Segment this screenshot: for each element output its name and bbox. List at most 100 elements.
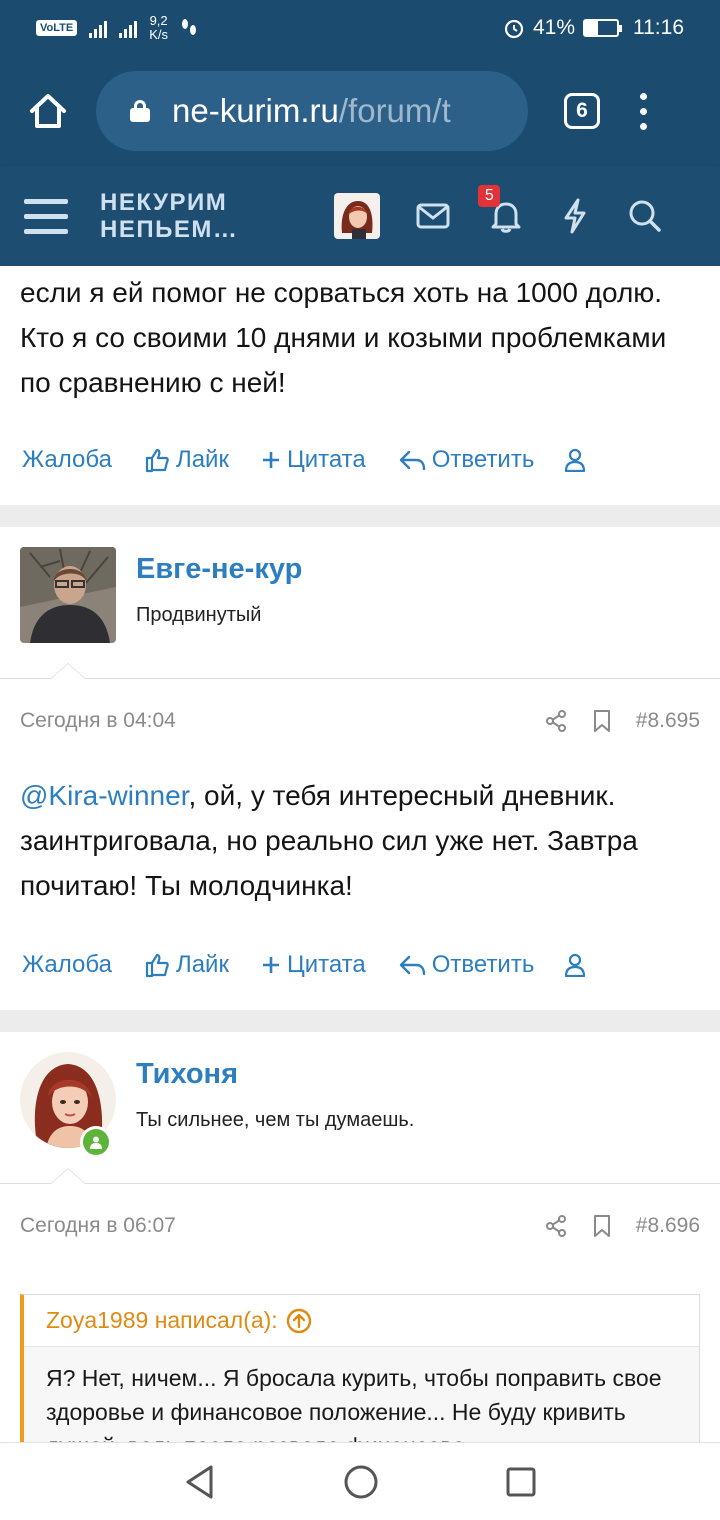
author-avatar[interactable]: [20, 547, 116, 643]
more-vert-icon[interactable]: [640, 92, 647, 130]
site-logo[interactable]: НЕКУРИМ НЕПЬЕМ…: [100, 189, 238, 243]
like-label: Лайк: [175, 446, 229, 473]
bookmark-icon[interactable]: [592, 1214, 612, 1238]
arrow-notch: [50, 663, 86, 679]
post-separator: [0, 505, 720, 527]
post-number[interactable]: #8.695: [636, 709, 700, 733]
user-menu-button[interactable]: [564, 448, 586, 472]
plus-icon: [262, 957, 279, 973]
avatar-image: [334, 193, 381, 239]
quote-author: Zoya1989 написал(а):: [46, 1307, 278, 1333]
alarm-icon: [504, 19, 524, 39]
post-meta: Сегодня в 04:04 #8.695: [0, 679, 720, 763]
clock: 11:16: [633, 16, 684, 39]
recents-icon[interactable]: [505, 1466, 537, 1498]
post-8696: Тихоня Ты сильнее, чем ты думаешь. Сегод…: [0, 1032, 720, 1442]
author-block: Евге-не-кур Продвинутый: [0, 527, 720, 679]
user-avatar[interactable]: [334, 193, 381, 239]
back-icon[interactable]: [183, 1464, 217, 1500]
reply-icon: [399, 955, 425, 976]
author-info: Евге-не-кур Продвинутый: [136, 547, 302, 627]
post-separator: [0, 1010, 720, 1032]
network-speed: 9,2 K/s: [149, 14, 168, 42]
like-button[interactable]: Лайк: [144, 446, 229, 474]
author-name[interactable]: Евге-не-кур: [136, 553, 302, 586]
volte-badge: VoLTE: [36, 20, 78, 36]
author-name[interactable]: Тихоня: [136, 1058, 414, 1091]
home-icon: [30, 94, 66, 128]
post-meta: Сегодня в 06:07 #8.696: [0, 1184, 720, 1268]
hamburger-menu-icon[interactable]: [24, 198, 68, 234]
signal-4g-icon: [119, 18, 138, 38]
battery-percent: 41%: [532, 16, 575, 39]
inbox-button[interactable]: [416, 203, 450, 229]
quote-label: Цитата: [286, 951, 366, 978]
site-header: НЕКУРИМ НЕПЬЕМ… 5: [0, 166, 720, 266]
user-online-icon: [90, 1136, 102, 1149]
home-circle-icon[interactable]: [343, 1464, 379, 1500]
post-body: @Kira-winner, ой, у тебя интересный днев…: [0, 763, 720, 908]
mention-link[interactable]: @Kira-winner: [20, 780, 188, 811]
thumbs-up-icon: [145, 448, 169, 473]
browser-toolbar: ne-kurim.ru/forum/t 6: [0, 56, 720, 166]
user-icon: [565, 953, 586, 977]
address-bar[interactable]: ne-kurim.ru/forum/t: [96, 71, 528, 151]
quote-text: Я? Нет, ничем... Я бросала курить, чтобы…: [46, 1365, 662, 1442]
whats-new-button[interactable]: [562, 198, 588, 234]
author-info: Тихоня Ты сильнее, чем ты думаешь.: [136, 1052, 414, 1132]
mail-icon: [416, 203, 450, 229]
home-button[interactable]: [0, 56, 96, 166]
bolt-icon: [564, 198, 586, 234]
author-title: Продвинутый: [136, 604, 262, 626]
online-status-indicator: [80, 1126, 112, 1158]
notification-count-badge: 5: [478, 185, 501, 207]
share-icon[interactable]: [544, 1214, 568, 1238]
user-icon: [565, 448, 586, 472]
quote-header[interactable]: Zoya1989 написал(а):: [24, 1295, 699, 1347]
bookmark-icon[interactable]: [592, 709, 612, 733]
like-label: Лайк: [175, 951, 229, 978]
url-host: ne-kurim.ru: [172, 92, 339, 129]
share-icon[interactable]: [544, 709, 568, 733]
url-path: /forum/t: [338, 92, 451, 129]
search-button[interactable]: [628, 199, 662, 233]
alerts-button[interactable]: 5: [478, 185, 522, 233]
thumbs-up-icon: [145, 953, 169, 978]
logo-line-2: НЕПЬЕМ…: [100, 216, 239, 243]
report-link[interactable]: Жалоба: [22, 951, 112, 979]
logo-line-1: НЕКУРИМ: [100, 189, 228, 216]
quote-block: Zoya1989 написал(а): Я? Нет, ничем... Я …: [20, 1294, 700, 1442]
quote-button[interactable]: Цитата: [261, 446, 366, 474]
post-time[interactable]: Сегодня в 06:07: [20, 1214, 176, 1238]
thread-content: если я ей помог не сорваться хоть на 100…: [0, 266, 720, 1442]
post-8694: если я ей помог не сорваться хоть на 100…: [0, 266, 720, 505]
status-right: 41% 11:16: [503, 16, 684, 40]
quote-button[interactable]: Цитата: [261, 951, 366, 979]
reply-button[interactable]: Ответить: [398, 951, 534, 979]
reply-icon: [399, 450, 425, 471]
post-actions: Жалоба Лайк Цитата Ответить: [0, 415, 720, 505]
search-icon: [629, 200, 662, 232]
status-left: VoLTE 9,2 K/s: [36, 14, 198, 42]
status-bar: VoLTE 9,2 K/s 41% 11:16: [0, 0, 720, 56]
post-time[interactable]: Сегодня в 04:04: [20, 709, 176, 733]
post-meta-actions: #8.695: [544, 709, 700, 733]
post-number[interactable]: #8.696: [636, 1214, 700, 1238]
post-8695: Евге-не-кур Продвинутый Сегодня в 04:04 …: [0, 527, 720, 1010]
author-title: Ты сильнее, чем ты думаешь.: [136, 1109, 415, 1131]
speed-value: 9,2: [149, 13, 168, 28]
reply-button[interactable]: Ответить: [398, 446, 534, 474]
like-button[interactable]: Лайк: [144, 951, 229, 979]
arrow-notch: [50, 1168, 86, 1184]
post-meta-actions: #8.696: [544, 1214, 700, 1238]
tab-switcher-button[interactable]: 6: [564, 93, 600, 129]
signal-icon: [89, 18, 108, 38]
user-menu-button[interactable]: [564, 953, 586, 977]
post-body: если я ей помог не сорваться хоть на 100…: [20, 277, 667, 398]
author-block: Тихоня Ты сильнее, чем ты думаешь.: [0, 1032, 720, 1184]
report-link[interactable]: Жалоба: [22, 446, 112, 474]
speed-unit: K/s: [149, 27, 168, 42]
arrow-up-circle-icon[interactable]: [286, 1308, 312, 1334]
footprints-icon: [182, 19, 196, 35]
quote-label: Цитата: [286, 446, 366, 473]
